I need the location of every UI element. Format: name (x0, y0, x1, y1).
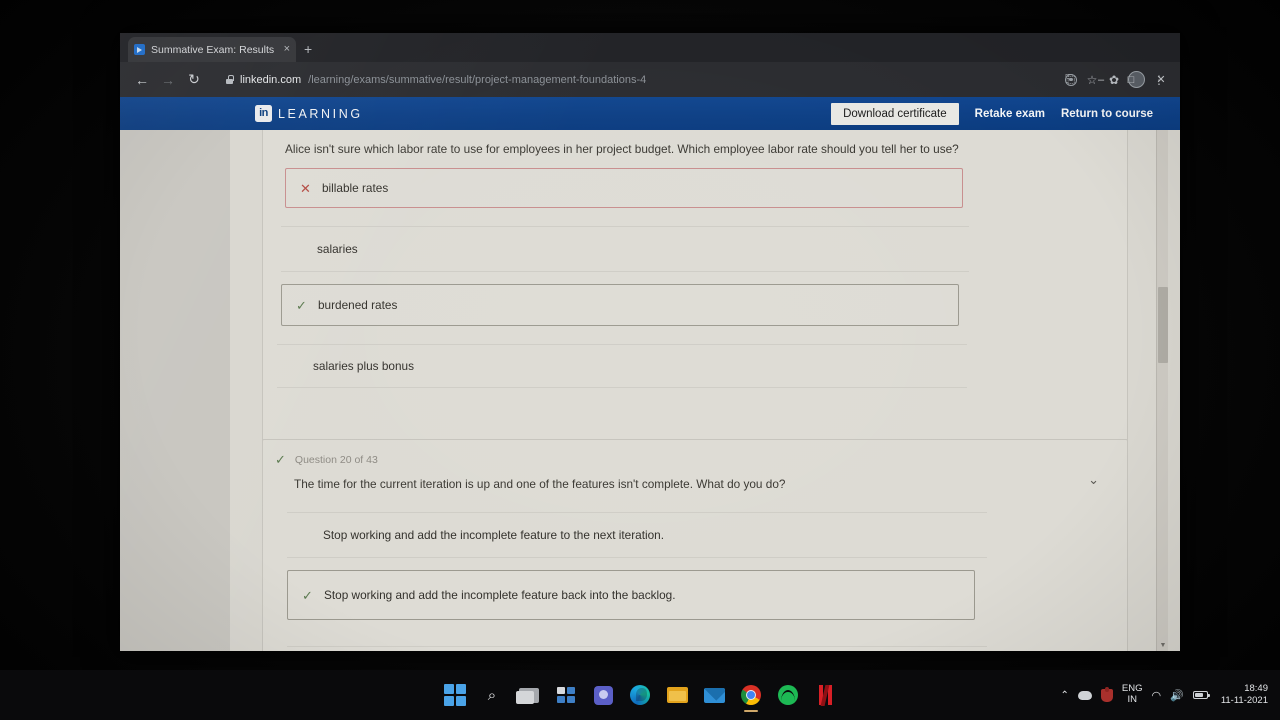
language-indicator[interactable]: ENG IN (1122, 683, 1143, 706)
taskbar-mail-icon[interactable] (702, 683, 726, 707)
taskbar-widgets-icon[interactable] (554, 683, 578, 707)
tab-close-icon[interactable]: × (284, 44, 290, 55)
tab-title: Summative Exam: Results (151, 43, 275, 56)
answer-mark-placeholder (291, 360, 309, 373)
browser-tab-strip: Summative Exam: Results × + (120, 33, 1180, 62)
taskbar-search-icon[interactable]: ⌕ (480, 683, 504, 707)
answer-option[interactable]: Stop working and add the incomplete feat… (287, 512, 987, 558)
learning-wordmark: LEARNING (278, 106, 363, 121)
answer-label: billable rates (322, 181, 389, 195)
header-actions: Download certificate Retake exam Return … (831, 102, 1153, 125)
incorrect-cross-icon: ✕ (300, 180, 311, 196)
reload-button[interactable]: ↻ (182, 68, 206, 92)
system-tray: ⌃ ENG IN ◠ 🔊 18:49 11-11-2021 (1061, 670, 1272, 720)
webpage-viewport: Alice isn't sure which labor rate to use… (120, 97, 1180, 651)
tray-overflow-icon[interactable]: ⌃ (1061, 690, 1069, 701)
windows-taskbar: ⌕ ⌃ ENG IN ◠ 🔊 18:49 11-11-2021 (0, 670, 1280, 720)
answer-option[interactable] (287, 646, 987, 651)
browser-window: Summative Exam: Results × + ← → ↻ linked… (120, 33, 1180, 651)
taskbar-start-button[interactable] (443, 683, 467, 707)
answer-option[interactable]: salaries (281, 226, 969, 272)
browser-tab[interactable]: Summative Exam: Results × (128, 37, 296, 62)
address-bar[interactable]: linkedin.com/learning/exams/summative/re… (216, 68, 1049, 92)
wifi-icon[interactable]: ◠ (1152, 689, 1162, 702)
lock-icon (226, 75, 234, 84)
answer-label: burdened rates (318, 298, 398, 312)
clock-time: 18:49 (1244, 683, 1268, 695)
taskbar-edge-icon[interactable] (628, 683, 652, 707)
question-text: Alice isn't sure which labor rate to use… (285, 142, 959, 156)
maximize-button[interactable]: □ (1116, 67, 1146, 93)
answer-label: Stop working and add the incomplete feat… (323, 528, 665, 542)
taskbar-task-view-icon[interactable] (516, 683, 541, 707)
scrollbar-thumb[interactable] (1158, 287, 1168, 363)
exam-results-content: Alice isn't sure which labor rate to use… (230, 97, 1168, 651)
forward-button[interactable]: → (156, 68, 180, 92)
download-certificate-button[interactable]: Download certificate (831, 102, 959, 125)
new-tab-button[interactable]: + (304, 42, 312, 56)
tray-app-icon[interactable] (1100, 686, 1113, 702)
taskbar-netflix-icon[interactable] (813, 683, 837, 707)
taskbar-chrome-icon[interactable] (739, 683, 763, 712)
return-to-course-link[interactable]: Return to course (1061, 108, 1153, 120)
question-meta: ✓ Question 20 of 43 (275, 453, 378, 466)
onedrive-cloud-icon[interactable] (1077, 690, 1092, 700)
clock-date: 11-11-2021 (1220, 695, 1268, 706)
taskbar-teams-chat-icon[interactable] (591, 683, 615, 707)
answer-label: salaries (317, 242, 358, 256)
answer-label: Stop working and add the incomplete feat… (324, 588, 676, 602)
answer-mark-placeholder (301, 529, 319, 542)
battery-icon[interactable] (1192, 691, 1210, 699)
correct-check-icon: ✓ (296, 297, 307, 313)
search-icon: ⌕ (487, 686, 497, 704)
window-controls: – □ ✕ (1056, 62, 1176, 97)
question-text: The time for the current iteration is up… (294, 477, 786, 491)
photographed-laptop-screen: Summative Exam: Results × + ← → ↻ linked… (0, 0, 1280, 720)
page-left-margin (120, 97, 230, 651)
linkedin-in-icon: in (255, 105, 272, 122)
taskbar-spotify-icon[interactable] (776, 683, 800, 707)
browser-toolbar: ← → ↻ linkedin.com/learning/exams/summat… (120, 62, 1180, 97)
url-domain: linkedin.com (240, 73, 302, 86)
record-circle-icon[interactable] (1056, 67, 1086, 93)
answer-label: salaries plus bonus (313, 359, 414, 373)
answer-option[interactable]: salaries plus bonus (277, 344, 967, 388)
minimize-button[interactable]: – (1086, 67, 1116, 93)
answer-option[interactable]: ✓ burdened rates (281, 284, 959, 326)
answer-option[interactable]: ✓ Stop working and add the incomplete fe… (287, 570, 975, 620)
linkedin-learning-header: in LEARNING Download certificate Retake … (120, 97, 1180, 130)
answer-option[interactable]: ✕ billable rates (285, 168, 963, 208)
volume-icon[interactable]: 🔊 (1170, 689, 1184, 702)
taskbar-file-explorer-icon[interactable] (665, 683, 689, 707)
page-scrollbar[interactable]: ▲ ▼ (1156, 97, 1168, 651)
retake-exam-link[interactable]: Retake exam (975, 108, 1045, 120)
answer-mark-placeholder (295, 243, 313, 256)
chevron-down-icon[interactable]: ⌄ (1088, 473, 1099, 486)
back-button[interactable]: ← (130, 68, 154, 92)
url-path: /learning/exams/summative/result/project… (308, 73, 647, 86)
question-card: ✓ Question 20 of 43 The time for the cur… (262, 439, 1128, 651)
scrollbar-down-arrow-icon[interactable]: ▼ (1157, 639, 1169, 651)
clock[interactable]: 18:49 11-11-2021 (1221, 683, 1268, 707)
question-status-check-icon: ✓ (275, 452, 286, 467)
question-card: Alice isn't sure which labor rate to use… (262, 97, 1128, 447)
close-button[interactable]: ✕ (1146, 67, 1176, 93)
language-line-2: IN (1127, 694, 1137, 705)
linkedin-learning-logo[interactable]: in LEARNING (255, 105, 363, 122)
correct-check-icon: ✓ (302, 587, 313, 603)
question-number-label: Question 20 of 43 (294, 453, 378, 466)
tab-favicon-icon (134, 44, 145, 55)
